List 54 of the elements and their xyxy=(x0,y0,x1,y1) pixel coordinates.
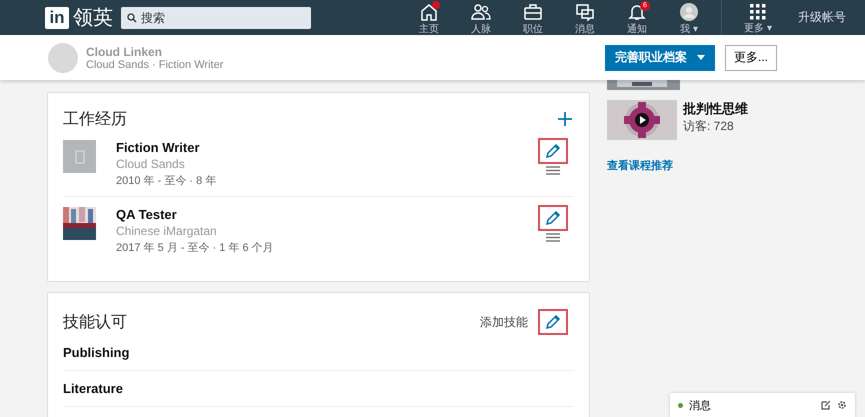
upgrade-link[interactable]: 升级帐号 xyxy=(798,9,846,26)
add-button[interactable] xyxy=(556,110,574,128)
profile-avatar xyxy=(48,42,78,72)
avatar-icon xyxy=(680,2,698,20)
messaging-bar[interactable]: 消息 xyxy=(670,393,855,417)
bell-icon xyxy=(627,2,647,20)
edit-button[interactable] xyxy=(538,205,568,231)
profile-name: Cloud Linken xyxy=(86,44,163,58)
nav-item[interactable]: 我 ▾ xyxy=(663,0,715,36)
profile-headline: Cloud Sands · Fiction Writer xyxy=(86,58,224,70)
course-title[interactable]: 批判性思维 xyxy=(683,100,748,118)
skill-name: Publishing xyxy=(63,335,574,371)
add-skill-link[interactable]: 添加技能 xyxy=(480,314,528,330)
course-viewers: 访客: 728 xyxy=(683,118,735,135)
job-dates: 2010 年 - 至今 · 8 年 xyxy=(116,174,218,188)
compose-icon[interactable] xyxy=(821,400,831,410)
company-name: Cloud Sands xyxy=(116,157,186,171)
nav-item[interactable]: 主页 xyxy=(403,0,455,36)
messaging-label: 消息 xyxy=(689,398,712,412)
logo-mark[interactable]: in xyxy=(45,6,69,28)
company-name: Chinese iMargatan xyxy=(116,224,218,238)
job-title: QA Tester xyxy=(116,207,178,222)
reorder-icon[interactable] xyxy=(546,166,560,175)
section-title: 技能认可 xyxy=(63,312,127,332)
company-logo xyxy=(63,140,96,173)
reorder-icon[interactable] xyxy=(546,233,560,242)
briefcase-icon xyxy=(523,2,543,20)
complete-profile-button[interactable]: 完善职业档案 xyxy=(604,44,715,70)
search-icon xyxy=(127,12,137,22)
pencil-icon xyxy=(545,314,561,330)
search-field[interactable]: 搜索 xyxy=(121,6,311,28)
plus-icon xyxy=(557,110,573,126)
job-dates: 2017 年 5 月 - 至今 · 1 年 6 个月 xyxy=(116,241,275,255)
grid-icon xyxy=(750,4,766,20)
more-button[interactable]: 更多... xyxy=(724,44,777,70)
people-icon xyxy=(471,2,491,20)
logo-text[interactable]: 领英 xyxy=(73,4,113,31)
caret-icon xyxy=(696,55,705,60)
job-title: Fiction Writer xyxy=(116,140,201,155)
edit-button[interactable] xyxy=(538,138,568,164)
skill-name: Literature xyxy=(63,371,574,407)
settings-icon[interactable] xyxy=(837,400,847,410)
section-title: 工作经历 xyxy=(63,110,127,130)
nav-item[interactable]: 消息 xyxy=(559,0,611,36)
pencil-icon xyxy=(545,210,561,226)
see-courses-link[interactable]: 查看课程推荐 xyxy=(607,158,807,173)
pencil-icon xyxy=(545,143,561,159)
edit-button[interactable] xyxy=(538,309,568,335)
home-icon xyxy=(419,2,439,20)
chat-icon xyxy=(575,2,595,20)
nav-item[interactable]: 职位 xyxy=(507,0,559,36)
online-dot xyxy=(678,402,683,408)
nav-item[interactable]: 人脉 xyxy=(455,0,507,36)
more-menu[interactable]: 更多 ▾ xyxy=(732,0,784,34)
